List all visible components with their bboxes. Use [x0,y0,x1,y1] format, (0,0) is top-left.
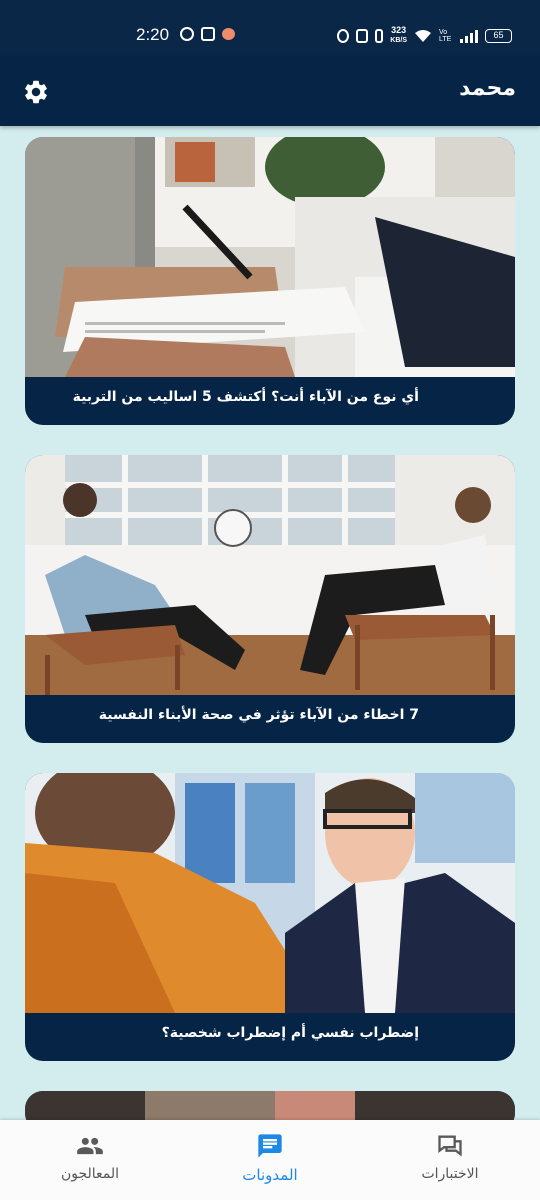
network-type: Vo LTE [439,28,452,43]
nav-label-blogs: المدونات [242,1166,298,1184]
signal-icon [460,29,478,43]
forum-icon [438,1135,462,1157]
chat-bubble-icon [258,1134,282,1158]
notification-icons [180,27,235,41]
nav-item-therapists[interactable]: المعالجون [0,1120,180,1200]
people-icon [77,1137,103,1155]
network-speed-value: 323 [391,25,407,35]
nav-item-tests[interactable]: الاختبارات [360,1120,540,1200]
mute-icon [356,28,369,43]
blog-image-counseling [25,773,515,1013]
blog-card[interactable]: إضطراب نفسي أم إضطراب شخصية؟ [25,773,515,1061]
blog-card[interactable]: أي نوع من الآباء أنت؟ أكتشف 5 اساليب من … [25,137,515,425]
blog-card[interactable]: 7 اخطاء من الآباء تؤثر في صحة الأبناء ال… [25,455,515,743]
nav-item-blogs[interactable]: المدونات [180,1120,360,1200]
bluetooth-icon [375,28,384,43]
whatsapp-icon [180,27,194,41]
network-speed-unit: KB/S [390,37,407,44]
system-icons: 323 KB/S Vo LTE 65 [337,26,512,45]
page-title: محمد [459,76,516,101]
network-speed: 323 KB/S [390,26,407,45]
blog-image-therapist-notes [25,137,515,377]
app-bar: محمد [0,56,540,126]
blog-title: 7 اخطاء من الآباء تؤثر في صحة الأبناء ال… [98,707,419,723]
status-time: 2:20 [136,25,170,44]
blog-image-therapy-session [25,455,515,695]
wifi-icon [415,29,431,42]
nav-label-therapists: المعالجون [60,1166,120,1182]
battery-icon: 65 [485,28,512,43]
nav-label-tests: الاختبارات [421,1166,479,1182]
water-drop-icon [337,28,350,43]
bottom-nav: المعالجون المدونات الاختبارات [0,1120,540,1200]
blog-title: إضطراب نفسي أم إضطراب شخصية؟ [161,1025,419,1041]
blog-title: أي نوع من الآباء أنت؟ أكتشف 5 اساليب من … [72,389,419,405]
linkedin-icon [201,27,215,41]
status-bar: 2:20 323 KB/S Vo LTE 65 [0,0,540,56]
gear-icon[interactable] [22,78,50,106]
heart-icon [222,28,235,40]
